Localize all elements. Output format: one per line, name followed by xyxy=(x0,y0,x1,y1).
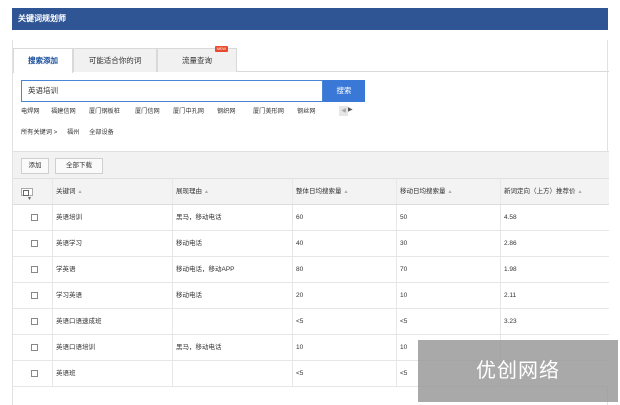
quick-link[interactable]: 厦门美形网 xyxy=(253,106,284,115)
reason-cell: 移动电话，移动APP xyxy=(173,257,293,282)
row-checkbox[interactable] xyxy=(31,266,38,273)
header-reason[interactable]: 展现理由 ▲ xyxy=(173,179,293,204)
scroll-right-icon[interactable]: ▶ xyxy=(348,107,353,113)
table-row: 学英语 移动电话，移动APP 80 70 1.98 xyxy=(13,257,609,283)
header-select xyxy=(13,179,53,204)
header-price[interactable]: 新词定向（上方）推荐价 ▲ xyxy=(501,179,609,204)
tab-search-add[interactable]: 搜索添加 xyxy=(13,48,73,73)
price-cell: 2.86 xyxy=(504,240,517,247)
header-keyword[interactable]: 关键词 ▲ xyxy=(53,179,173,204)
keyword-cell: 英语培训 xyxy=(53,205,173,230)
watermark: 优创网络 xyxy=(418,340,618,402)
tab-traffic-query[interactable]: 流量查询 NEW xyxy=(157,46,237,72)
table-toolbar: 添加 全部下载 xyxy=(13,151,609,179)
tab-label: 流量查询 xyxy=(182,56,212,65)
keyword-cell: 学英语 xyxy=(53,257,173,282)
table-row: 英语口语速成班 <5 <5 3.23 xyxy=(13,309,609,335)
row-checkbox[interactable] xyxy=(31,240,38,247)
reason-cell: 移动电话 xyxy=(173,283,293,308)
keyword-cell: 英语学习 xyxy=(53,231,173,256)
sort-icon: ▲ xyxy=(577,189,583,195)
quick-link[interactable]: 福建信网 xyxy=(51,106,76,115)
reason-cell xyxy=(173,309,293,334)
mobile-search-cell: 70 xyxy=(397,257,501,282)
keyword-cell: 英语口语速成班 xyxy=(53,309,173,334)
search-input-value: 英语培训 xyxy=(28,86,58,95)
window-title-bar: 关键词规划师 xyxy=(12,8,608,30)
total-search-cell: <5 xyxy=(293,309,397,334)
row-checkbox[interactable] xyxy=(31,292,38,299)
total-search-cell: 60 xyxy=(293,205,397,230)
tab-bar: 搜索添加 可能适合你的词 流量查询 NEW xyxy=(13,46,609,73)
quick-link[interactable]: 厦门钢板桩 xyxy=(89,106,120,115)
header-mobile-search[interactable]: 移动日均搜索量 ▲ xyxy=(397,179,501,204)
row-checkbox[interactable] xyxy=(31,214,38,221)
total-search-cell: 40 xyxy=(293,231,397,256)
quick-link[interactable]: 厦门信网 xyxy=(135,106,160,115)
mobile-search-cell: 30 xyxy=(397,231,501,256)
quick-links-scroll[interactable]: ◀ ▶ xyxy=(339,106,357,118)
table-row: 英语培训 黑马，移动电话 60 50 4.58 xyxy=(13,205,609,231)
breadcrumb: 所有关键词 > 福州 全部设备 xyxy=(21,127,122,136)
reason-cell: 黑马，移动电话 xyxy=(173,205,293,230)
sort-icon: ▲ xyxy=(343,189,349,195)
table-row: 学习英语 移动电话 20 10 2.11 xyxy=(13,283,609,309)
price-cell: 3.23 xyxy=(504,318,517,325)
reason-cell: 黑马，移动电话 xyxy=(173,335,293,360)
mobile-search-cell: <5 xyxy=(397,309,501,334)
total-search-cell: <5 xyxy=(293,361,397,386)
row-checkbox[interactable] xyxy=(31,344,38,351)
quick-link[interactable]: 厦门中孔网 xyxy=(173,106,204,115)
mobile-search-cell: 50 xyxy=(397,205,501,230)
reason-cell: 移动电话 xyxy=(173,231,293,256)
price-cell: 2.11 xyxy=(504,292,517,299)
price-cell: 1.98 xyxy=(504,266,517,273)
scroll-left-icon[interactable]: ◀ xyxy=(339,106,348,116)
tab-label: 搜索添加 xyxy=(28,56,58,65)
new-badge: NEW xyxy=(214,46,228,52)
row-checkbox[interactable] xyxy=(31,318,38,325)
keyword-cell: 英语班 xyxy=(53,361,173,386)
search-input[interactable]: 英语培训 xyxy=(21,80,323,102)
page-title: 关键词规划师 xyxy=(18,14,66,23)
search-button[interactable]: 搜索 xyxy=(323,80,365,102)
row-checkbox[interactable] xyxy=(31,370,38,377)
reason-cell xyxy=(173,361,293,386)
breadcrumb-device[interactable]: 全部设备 xyxy=(89,129,114,136)
total-search-cell: 10 xyxy=(293,335,397,360)
sort-icon: ▲ xyxy=(77,189,83,195)
add-button[interactable]: 添加 xyxy=(21,158,49,174)
price-cell: 4.58 xyxy=(504,214,517,221)
keyword-cell: 学习英语 xyxy=(53,283,173,308)
header-total-search[interactable]: 整体日均搜索量 ▲ xyxy=(293,179,397,204)
tab-label: 可能适合你的词 xyxy=(88,56,142,65)
quick-link[interactable]: 钢丝网 xyxy=(297,106,316,115)
quick-link[interactable]: 钢织网 xyxy=(217,106,236,115)
total-search-cell: 80 xyxy=(293,257,397,282)
total-search-cell: 20 xyxy=(293,283,397,308)
quick-link[interactable]: 电焊网 xyxy=(21,106,40,115)
breadcrumb-region[interactable]: 福州 xyxy=(67,129,79,136)
table-header: 关键词▲ 展现理由▲ 整体日均搜索量▲ 移动日均搜索量▲ 新词定向（上方）推荐价… xyxy=(13,179,609,205)
sort-icon: ▲ xyxy=(204,189,209,195)
keyword-cell: 英语口语培训 xyxy=(53,335,173,360)
select-all-checkbox[interactable] xyxy=(21,186,33,204)
breadcrumb-all-keywords[interactable]: 所有关键词 > xyxy=(21,129,57,136)
tab-suggested-keywords[interactable]: 可能适合你的词 xyxy=(73,48,157,72)
sort-icon: ▲ xyxy=(447,189,453,195)
mobile-search-cell: 10 xyxy=(397,283,501,308)
table-row: 英语学习 移动电话 40 30 2.86 xyxy=(13,231,609,257)
download-all-button[interactable]: 全部下载 xyxy=(55,158,103,174)
